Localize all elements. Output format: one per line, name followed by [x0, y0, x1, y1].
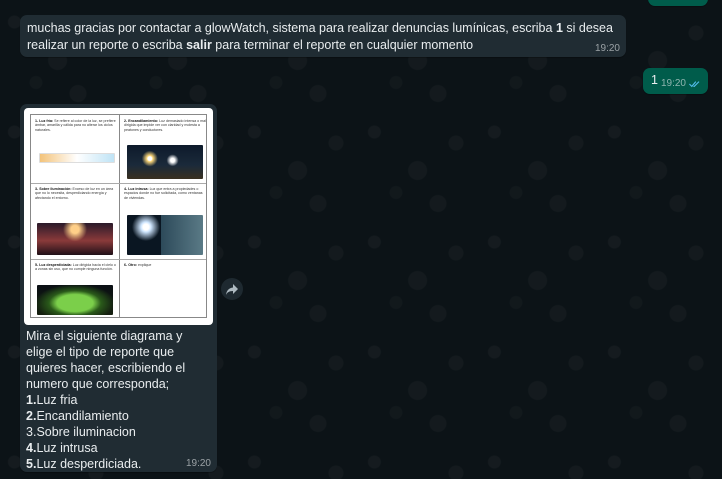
- diagram-cell-4: 4- Luz intrusa: Luz que entra a propieda…: [124, 187, 203, 200]
- glare-photo: [127, 145, 203, 179]
- diagram-cell-3: 3- Sobre iluminación: Exceso de luz en u…: [35, 187, 114, 200]
- menu-option-2: 2.Encandilamiento: [26, 409, 129, 423]
- message-time: 19:20: [185, 458, 211, 469]
- bot-menu-message[interactable]: 1- Luz fría: Se refiere al color de la l…: [20, 104, 217, 472]
- user-reply-message[interactable]: 1 19:20: [643, 68, 708, 94]
- forward-arrow-icon: [226, 283, 238, 295]
- menu-option-4: 4.Luz intrusa: [26, 441, 98, 455]
- menu-intro-text: Mira el siguiente diagrama y elige el ti…: [26, 329, 186, 391]
- previous-outgoing-bubble: [648, 0, 708, 6]
- menu-option-3: 3.Sobre iluminacion: [26, 425, 136, 439]
- color-temperature-bar: [39, 153, 115, 163]
- forward-button[interactable]: [221, 278, 243, 300]
- double-check-icon: [689, 81, 700, 88]
- menu-caption: Mira el siguiente diagrama y elige el ti…: [26, 328, 212, 472]
- diagram-cell-2: 2- Encandilamiento: Luz demasiado intens…: [124, 119, 206, 132]
- bot-intro-message[interactable]: muchas gracias por contactar a glowWatch…: [20, 15, 626, 57]
- menu-option-1: 1.Luz fria: [26, 393, 78, 407]
- bot-intro-text: muchas gracias por contactar a glowWatch…: [27, 21, 613, 52]
- diagram-cell-6: 6- Otro: explique: [124, 263, 152, 267]
- diagram-cell-1: 1- Luz fría: Se refiere al color de la l…: [35, 119, 116, 132]
- diagram-grid: 1- Luz fría: Se refiere al color de la l…: [30, 114, 207, 318]
- diagram-cell-5: 5- Luz desperdiciada: Luz dirigida hacia…: [35, 263, 116, 272]
- light-trespass-photo: [127, 215, 203, 255]
- report-types-diagram-image[interactable]: 1- Luz fría: Se refiere al color de la l…: [24, 108, 213, 325]
- menu-option-5: 5.Luz desperdiciada.: [26, 457, 142, 471]
- user-reply-text: 1: [651, 73, 658, 87]
- over-illumination-photo: [37, 223, 113, 255]
- message-time: 19:20: [594, 43, 620, 54]
- wasted-light-stadium-photo: [37, 285, 113, 315]
- message-time: 19:20: [660, 78, 686, 89]
